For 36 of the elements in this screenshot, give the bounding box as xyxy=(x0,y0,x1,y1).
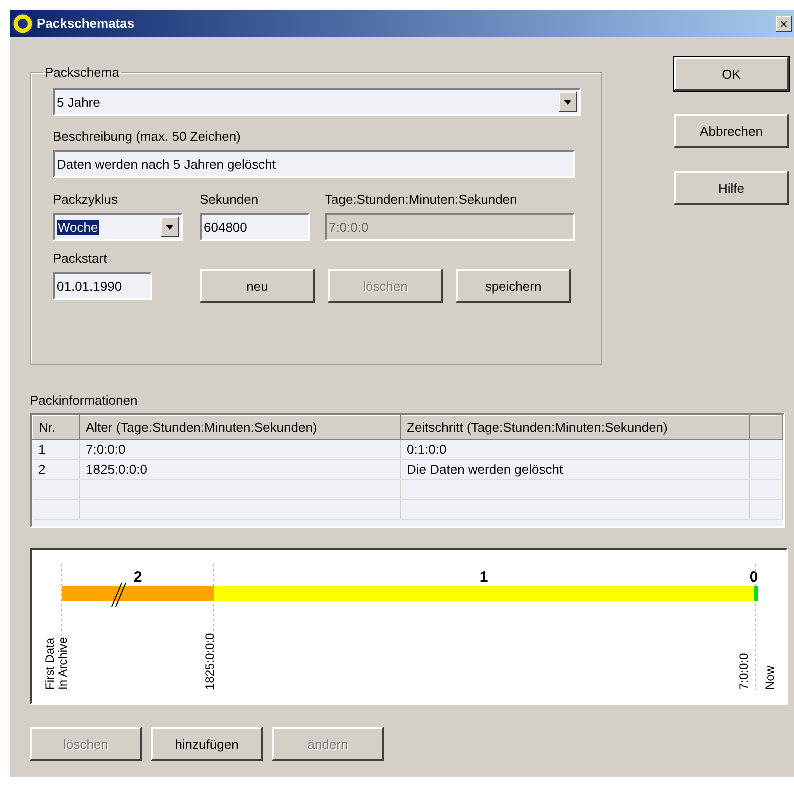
marker-label: In Archive xyxy=(56,637,70,690)
app-logo-icon xyxy=(12,12,34,34)
marker-label: 1825:0:0:0 xyxy=(203,633,217,690)
window-title: Packschematas xyxy=(37,16,135,31)
axis-break-icon xyxy=(112,582,126,608)
start-label: Packstart xyxy=(53,251,108,266)
action-button[interactable]: hinzufügen xyxy=(151,727,263,761)
segment-label: 1 xyxy=(480,569,488,586)
marker-label: First Data xyxy=(43,638,57,690)
action-button[interactable]: neu xyxy=(200,269,315,303)
description-label: Beschreibung (max. 50 Zeichen) xyxy=(53,129,242,144)
duration-label: Tage:Stunden:Minuten:Sekunden xyxy=(325,192,518,207)
table-cell: Die Daten werden gelöscht xyxy=(407,462,564,477)
section-label: Packinformationen xyxy=(30,393,139,408)
start-date-field[interactable]: 01.01.1990 xyxy=(53,272,152,300)
seconds-field[interactable]: 604800 xyxy=(200,213,310,241)
table-cell: 1 xyxy=(38,442,46,457)
seconds-label: Sekunden xyxy=(200,192,260,207)
marker-label: 7:0:0:0 xyxy=(737,653,751,690)
cycle-dropdown[interactable]: Woche xyxy=(53,213,183,241)
scheme-dropdown[interactable]: 5 Jahre xyxy=(53,88,581,116)
action-button[interactable]: speichern xyxy=(456,269,571,303)
table-cell: 7:0:0:0 xyxy=(86,442,126,457)
action-button[interactable]: OK xyxy=(674,57,789,91)
description-field[interactable]: Daten werden nach 5 Jahren gelöscht xyxy=(53,150,575,178)
table-cell: 0:1:0:0 xyxy=(407,442,447,457)
cycle-label: Packzyklus xyxy=(53,192,120,207)
segment-label: 0 xyxy=(750,569,758,586)
marker-label: Now xyxy=(763,666,777,690)
action-button[interactable]: Abbrechen xyxy=(674,114,789,148)
table-cell: 2 xyxy=(38,462,46,477)
action-button[interactable]: Hilfe xyxy=(674,171,789,205)
table-cell: 1825:0:0:0 xyxy=(86,462,148,477)
close-button[interactable]: × xyxy=(776,16,792,32)
group-label: Packschema xyxy=(44,65,120,80)
segment-label: 2 xyxy=(134,569,142,586)
